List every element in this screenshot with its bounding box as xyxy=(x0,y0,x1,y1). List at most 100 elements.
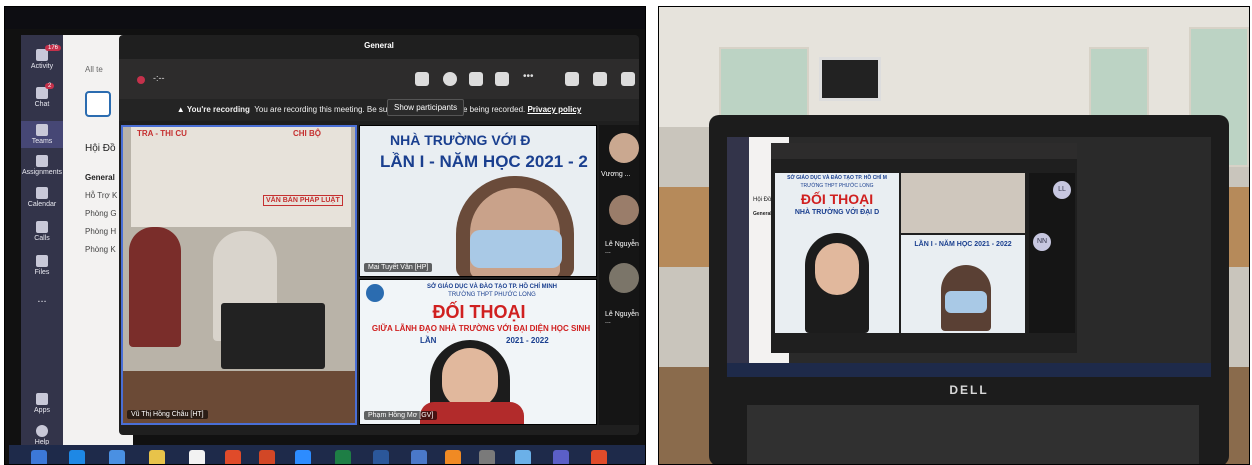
rail-more[interactable]: ... xyxy=(21,293,63,305)
rail-label: Assignments xyxy=(21,169,63,176)
rail-teams[interactable]: Teams xyxy=(21,121,63,148)
recording-dot-icon xyxy=(137,76,145,84)
more-actions-icon[interactable]: ••• xyxy=(523,72,537,86)
app-icon[interactable] xyxy=(479,450,495,464)
participant-name-tag: Mai Tuyết Vân [HP] xyxy=(364,263,433,272)
slide-year: LẦN I - NĂM HỌC 2021 - 2022 xyxy=(914,241,1012,248)
laptop-screen: Hội Đồ General SỞ GIÁO DỤC VÀ ĐÀO TẠO TP… xyxy=(727,137,1211,377)
participant-avatar[interactable] xyxy=(609,195,639,225)
laptop-in-room xyxy=(221,303,325,369)
left-photo: 176 Activity 2 Chat Teams Assignments Cale… xyxy=(4,6,646,465)
participant-name: Lê Nguyễn ... xyxy=(605,241,639,255)
rooms-icon[interactable] xyxy=(495,72,509,86)
chrome-icon[interactable] xyxy=(225,450,241,464)
privacy-policy-link[interactable]: Privacy policy xyxy=(527,105,581,114)
excel-icon[interactable] xyxy=(335,450,351,464)
participant-avatar[interactable] xyxy=(609,133,639,163)
backdrop-line-1: NHÀ TRƯỜNG VỚI Đ xyxy=(390,132,531,148)
slide-subtitle: GIỮA LÃNH ĐẠO NHÀ TRƯỜNG VỚI ĐẠI DIỆN HỌ… xyxy=(371,324,591,333)
school-logo-icon xyxy=(366,284,384,302)
chat-badge: 2 xyxy=(45,83,55,89)
reactions-icon[interactable] xyxy=(469,72,483,86)
backdrop-line-2: LẦN I - NĂM HỌC 2021 - 2 xyxy=(380,152,588,171)
channel-general[interactable]: General xyxy=(753,211,772,217)
video-tile-1[interactable]: TRA - THI CU CHI BỘ VĂN BẢN PHÁP LUẬT Vũ… xyxy=(121,125,357,425)
participant-name-tag: Vũ Thị Hồng Châu [HT] xyxy=(127,410,208,419)
rail-label: ... xyxy=(37,293,47,305)
zoom-icon[interactable] xyxy=(295,450,311,464)
channel-general[interactable]: General xyxy=(85,173,115,182)
warning-icon: ▲ xyxy=(176,105,187,114)
participant-initials[interactable]: NN xyxy=(1033,233,1051,251)
app-icon[interactable] xyxy=(515,450,531,464)
meeting-toolbar: -:-- ••• xyxy=(119,59,639,99)
face-mask xyxy=(470,230,562,268)
participant-sidebar: LL NN xyxy=(1029,173,1075,333)
rail-activity[interactable]: 176 Activity xyxy=(21,45,63,70)
teams-icon[interactable] xyxy=(553,450,569,464)
firefox-icon[interactable] xyxy=(445,450,461,464)
app-icon[interactable] xyxy=(189,450,205,464)
participants-tooltip: Show participants xyxy=(387,99,465,116)
channel-item[interactable]: Hỗ Trợ K xyxy=(85,191,117,200)
rail-label: Calendar xyxy=(27,201,57,208)
chat-icon[interactable] xyxy=(443,72,457,86)
participant-avatar[interactable] xyxy=(609,263,639,293)
rail-label: Files xyxy=(34,269,50,276)
meeting-window: SỞ GIÁO DỤC VÀ ĐÀO TẠO TP. HỒ CHÍ M TRƯỜ… xyxy=(771,143,1077,353)
rail-help[interactable]: Help xyxy=(21,425,63,446)
camera-off-icon[interactable] xyxy=(565,72,579,86)
share-icon[interactable] xyxy=(621,72,635,86)
wall-sign-3: VĂN BẢN PHÁP LUẬT xyxy=(263,195,343,206)
word-icon[interactable] xyxy=(373,450,389,464)
participants-icon[interactable] xyxy=(415,72,429,86)
edge-icon[interactable] xyxy=(69,450,85,464)
slide-title: ĐỐI THOẠI xyxy=(800,191,874,207)
slide-line-1: SỞ GIÁO DỤC VÀ ĐÀO TẠO TP. HỒ CHÍ M xyxy=(787,175,887,181)
laptop-keyboard-deck xyxy=(747,405,1199,464)
teams-app-rail: 176 Activity 2 Chat Teams Assignments Cale… xyxy=(21,35,63,464)
app-icon[interactable] xyxy=(109,450,125,464)
video-tile-student[interactable]: SỞ GIÁO DỤC VÀ ĐÀO TẠO TP. HỒ CHÍ M TRƯỜ… xyxy=(775,173,899,333)
rail-calls[interactable]: Calls xyxy=(21,221,63,242)
powerpoint-icon[interactable] xyxy=(259,450,275,464)
windows-taskbar xyxy=(9,445,645,464)
slide-year: 2021 - 2022 xyxy=(506,336,549,345)
video-tile-masked[interactable]: LẦN I - NĂM HỌC 2021 - 2022 xyxy=(901,235,1025,333)
rail-apps[interactable]: Apps xyxy=(21,393,63,414)
chrome-icon[interactable] xyxy=(591,450,607,464)
rail-label: Chat xyxy=(34,101,50,108)
monitor-bezel-top xyxy=(5,7,645,29)
teams-icon xyxy=(36,124,48,136)
mic-off-icon[interactable] xyxy=(593,72,607,86)
dell-logo: DELL xyxy=(949,383,989,397)
channel-item[interactable]: Phòng G xyxy=(85,209,117,218)
rail-calendar[interactable]: Calendar xyxy=(21,187,63,208)
video-tile-room[interactable] xyxy=(901,173,1025,233)
channel-item[interactable]: Phòng H xyxy=(85,227,116,236)
help-icon xyxy=(36,425,48,437)
video-tile-2[interactable]: NHÀ TRƯỜNG VỚI Đ LẦN I - NĂM HỌC 2021 - … xyxy=(359,125,597,277)
back-link[interactable]: All te xyxy=(85,65,103,74)
start-icon[interactable] xyxy=(31,450,47,464)
tv-screen xyxy=(819,57,881,101)
app-icon[interactable] xyxy=(411,450,427,464)
meeting-window: General -:-- ••• Show participants ▲ You… xyxy=(119,35,639,435)
participant-name: Lê Nguyễn ... xyxy=(605,311,639,325)
teams-rail xyxy=(727,137,749,367)
recording-banner-bold: You're recording xyxy=(186,105,250,114)
rail-label: Apps xyxy=(34,407,50,414)
channel-item[interactable]: Phòng K xyxy=(85,245,116,254)
assignments-icon xyxy=(36,155,48,167)
slide-title: ĐỐI THOẠI xyxy=(432,302,526,322)
participant-initials[interactable]: LL xyxy=(1053,181,1071,199)
student-face xyxy=(815,243,859,295)
meeting-timer: -:-- xyxy=(153,73,165,83)
student-face xyxy=(442,348,498,408)
video-tile-3[interactable]: SỞ GIÁO DỤC VÀ ĐÀO TẠO TP. HỒ CHÍ MINH T… xyxy=(359,279,597,425)
folder-icon[interactable] xyxy=(149,450,165,464)
team-name: Hội Đồ xyxy=(85,143,116,154)
rail-chat[interactable]: 2 Chat xyxy=(21,83,63,108)
rail-files[interactable]: Files xyxy=(21,255,63,276)
rail-assignments[interactable]: Assignments xyxy=(21,155,63,176)
